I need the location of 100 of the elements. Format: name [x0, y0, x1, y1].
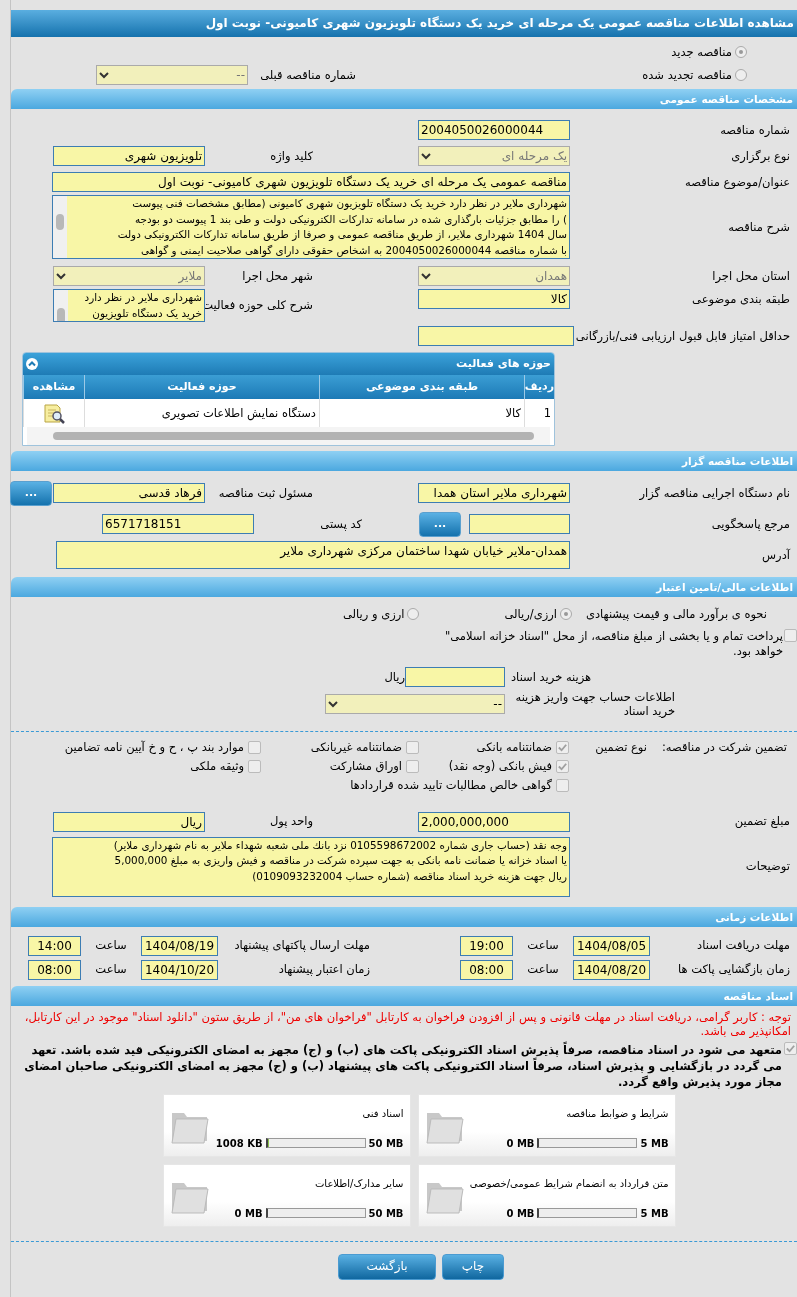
dropdown[interactable]: یک مرحله ای — [418, 146, 570, 166]
column-header[interactable]: طبقه بندی موضوعی — [319, 375, 524, 399]
checkbox-label: اوراق مشارکت — [329, 758, 402, 774]
file-size: 0 MB — [506, 1136, 535, 1150]
notice-text: توجه : کاربر گرامی، دریافت اسناد در مهلت قانونی و پس از افزودن فراخوان به کارتابل "فراخوان های من"، از طریق ستون "دانلود اسناد" موجود در این کارتابل، امکانپذیر می باشد. — [23, 1008, 792, 1038]
commitment-text: متعهد می شود در اسناد مناقصه، صرفاً پذیرش اسناد الکترونیکی پاکت های (ب) و (ج) مجهز به امضای الکترونیکی قید شده باشد. تعهد می گردد در بازگشایی و پذیرش اسناد، صرفاً اسناد الکترونیکی پاکت های پیشنهاد (ب) و (ج) مجهز به امضای الکترونیکی صاحبان امضای مجاز مورد پذیرش واقع گردد. — [23, 1041, 782, 1090]
checkbox[interactable] — [556, 759, 569, 773]
input-field[interactable]: 2004050026000044 — [418, 120, 570, 140]
file-size: 0 MB — [234, 1206, 263, 1220]
dropdown[interactable]: -- — [325, 694, 505, 714]
size-limit: 5 MB — [640, 1136, 669, 1150]
section-header: اطلاعات مناقصه گزار — [11, 451, 797, 471]
field-label: آدرس — [761, 547, 790, 563]
input-field[interactable]: 19:00 — [460, 935, 513, 956]
checkbox-label: وثیقه ملکی — [190, 758, 244, 774]
section-header: اسناد مناقصه — [11, 985, 797, 1006]
caret-icon — [56, 272, 66, 280]
field-label: مهلت دریافت اسناد — [696, 938, 790, 954]
radio-label: ارزی/ریالی — [504, 606, 557, 622]
text-area[interactable]: شهرداری ملایر در نظر دارد خرید یک دستگاه تلویزیون — [53, 289, 205, 322]
field-label: ساعت — [526, 962, 560, 978]
scrollbar[interactable] — [53, 196, 67, 258]
file-size: 1008 KB — [215, 1136, 263, 1150]
input-field[interactable]: کالا — [418, 289, 570, 309]
size-limit: 5 MB — [640, 1206, 669, 1220]
field-label: نوع تضمین — [595, 740, 647, 756]
caret-icon — [328, 700, 338, 708]
input-field[interactable]: 14:00 — [28, 935, 81, 956]
field-label: کد پستی — [319, 516, 362, 532]
field-label: مرجع پاسخگویی — [710, 516, 790, 532]
dropdown[interactable]: -- — [96, 65, 248, 85]
checkbox[interactable] — [556, 740, 569, 754]
text-area[interactable]: وجه نقد (حساب جاری شماره 0105598672002 نزد بانك ملی شعبه شهداء ملایر به نام شهرداری ملایر) یا اسناد خزانه یا ضمانت نامه بانکی به جهت سپرده شرکت در مناقصه و فیش واریزی به مبلغ 5,000,000 ریال جهت هزینه خرید اسناد مناقصه (شماره حساب 0109093232004) — [52, 836, 570, 897]
print-button[interactable]: چاپ — [442, 1253, 504, 1280]
checkbox-label: گواهی خالص مطالبات تایید شده قراردادها — [350, 777, 552, 793]
radio-button[interactable] — [560, 608, 572, 620]
input-field[interactable]: مناقصه عمومی یک مرحله ای خرید یک دستگاه تلویزیون شهری کامیونی- نوبت اول — [52, 172, 570, 192]
checkbox[interactable] — [248, 740, 261, 754]
input-field[interactable]: 08:00 — [460, 959, 513, 980]
checkbox-label: موارد بند پ ، ح و خ آیین نامه تضامین — [64, 740, 244, 755]
back-button[interactable]: بازگشت — [338, 1253, 436, 1280]
collapse-icon[interactable] — [26, 358, 38, 370]
column-header[interactable]: ردیف — [524, 375, 554, 399]
input-field[interactable]: 1404/08/05 — [573, 935, 650, 956]
input-field[interactable] — [405, 667, 505, 687]
section-header: اطلاعات مالی/تامین اعتبار — [11, 577, 797, 597]
radio-button[interactable] — [407, 608, 420, 620]
input-field[interactable]: 1404/10/20 — [141, 959, 218, 980]
checkbox[interactable] — [248, 759, 261, 773]
radio-label: مناقصه جدید — [671, 44, 732, 60]
checkbox[interactable] — [406, 740, 419, 754]
field-label: مسئول ثبت مناقصه — [217, 485, 313, 501]
input-field[interactable]: 2,000,000,000 — [418, 811, 570, 832]
field-label: واحد پول — [268, 814, 313, 830]
input-field[interactable]: 1404/08/20 — [573, 959, 650, 980]
input-field[interactable]: 08:00 — [28, 959, 81, 980]
unit-label: ریال — [384, 669, 405, 685]
column-header[interactable]: مشاهده — [23, 375, 84, 399]
input-field[interactable]: 6571718151 — [102, 514, 254, 534]
input-field[interactable]: تلویزیون شهری — [53, 146, 205, 166]
input-field[interactable]: شهرداری ملایر استان همدا — [418, 483, 570, 503]
input-field[interactable] — [469, 514, 570, 534]
checkbox-label: پرداخت تمام و یا بخشی از مبلغ مناقصه، از محل "اسناد خزانه اسلامی" خواهد بود. — [443, 629, 783, 659]
dropdown[interactable]: ملایر — [53, 266, 205, 286]
checkbox[interactable] — [406, 759, 419, 773]
magnifier-icon[interactable] — [42, 402, 66, 425]
checkbox[interactable] — [784, 629, 797, 642]
input-field[interactable] — [418, 326, 574, 346]
field-label: مهلت ارسال پاکتهای پیشنهاد — [233, 938, 370, 954]
checkbox-label: ضمانتنامه غیربانکی — [310, 740, 402, 755]
checkbox-label: ضمانتنامه بانکی — [476, 740, 552, 755]
input-field[interactable]: 1404/08/19 — [141, 935, 218, 956]
scrollbar[interactable] — [54, 290, 68, 321]
section-header: مشخصات مناقصه عمومی — [11, 89, 797, 109]
checkbox[interactable] — [784, 1041, 797, 1055]
field-label: توضیحات — [744, 859, 790, 875]
field-label: ساعت — [526, 938, 560, 954]
field-label: عنوان/موضوع مناقصه — [684, 174, 790, 190]
field-label: زمان اعتبار پیشنهاد — [277, 962, 370, 978]
radio-button[interactable] — [735, 69, 747, 81]
dropdown[interactable]: همدان — [418, 266, 570, 286]
field-label: شهر محل اجرا — [241, 268, 313, 284]
field-label: اطلاعات حساب جهت واریز هزینه خرید اسناد — [514, 690, 675, 718]
column-header[interactable]: حوزه فعالیت — [84, 375, 319, 399]
text-area[interactable]: شهرداری ملایر در نظر دارد خرید یک دستگاه تلویزیون شهری کامیونی (مطابق مشخصات فنی پیوست ) را مطابق جزئیات بارگذاری شده در سامانه تدارکات الکترونیکی دولت و طی بند 1 پیوست دو بودجه سال 1404 شهرداری ملایر، از طریق مناقصه عمومی و صرفا از طریق سامانه تدارکات الکترونیکی دولت با شماره مناقصه 2004050026000044 به اشخاص حقوقی دارای گواهی صلاحیت ایمنی و گواهی — [52, 195, 570, 259]
scrollbar[interactable] — [27, 427, 550, 445]
more-button[interactable]: ... — [419, 511, 461, 537]
field-label: نام دستگاه اجرایی مناقصه گزار — [638, 485, 790, 501]
more-button[interactable]: ... — [10, 480, 52, 506]
field-label: شماره مناقصه قبلی — [259, 67, 356, 83]
input-field[interactable]: فرهاد قدسی — [53, 483, 205, 503]
input-field[interactable]: ریال — [53, 811, 205, 832]
caret-icon — [421, 152, 431, 160]
size-limit: 50 MB — [368, 1136, 404, 1150]
radio-label: ارزی و ریالی — [342, 606, 405, 622]
checkbox[interactable] — [556, 778, 569, 792]
radio-button[interactable] — [735, 46, 747, 58]
input-field[interactable]: همدان-ملایر خیابان شهدا ساختمان مرکزی شهرداری ملایر — [56, 541, 570, 569]
field-label: شماره مناقصه — [719, 122, 790, 138]
field-label: استان محل اجرا — [711, 268, 790, 284]
